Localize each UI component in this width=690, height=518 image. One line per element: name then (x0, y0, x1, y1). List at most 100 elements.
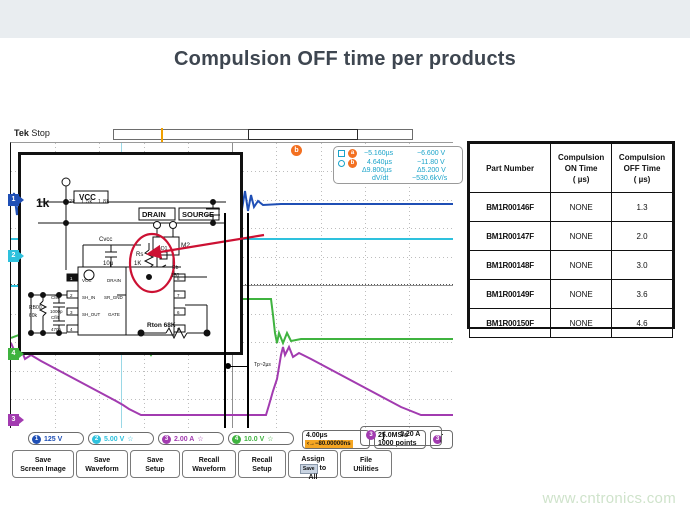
cell-part-number: BM1R00150F (468, 308, 552, 338)
channel-status-2[interactable]: 2 5.00 V ☆ (88, 432, 154, 445)
recall-setup-button[interactable]: Recall Setup (238, 450, 286, 478)
site-watermark: www.cntronics.com (542, 490, 676, 507)
assign-save-to-all-button[interactable]: Assign Save to All (288, 450, 338, 481)
trigger-level-badge: b (291, 145, 302, 156)
label-cfilt2-value: 470p (51, 327, 62, 332)
table-row: BM1R00149F NONE 3.6 (468, 279, 673, 309)
label-cvcc: Cvcc (99, 237, 112, 243)
channel-marker-1[interactable]: 1 (8, 194, 24, 206)
channel-scale-3: 2.00 A (174, 436, 195, 443)
header-part-number: Part Number (468, 143, 552, 193)
channel-badge-1: 1 (32, 434, 41, 444)
file-utilities-button[interactable]: File Utilities (340, 450, 392, 478)
page-title: Compulsion OFF time per products (174, 48, 516, 70)
label-rton: Rton 68K (147, 322, 176, 329)
channel-badge-3: 3 (162, 434, 171, 444)
trigger-level-value: 1.20 A (400, 431, 421, 438)
record-window-bar (248, 129, 358, 140)
cursor-readout-panel: a b −5.160µs −6.600 V 4.640µs −11.80 V Δ… (333, 146, 463, 184)
callout-1k-label: 1k (36, 196, 50, 210)
scope-run-state: Stop (31, 128, 50, 138)
scope-status: Tek Stop (14, 128, 50, 138)
table-row: BM1R00150F NONE 4.6 (468, 308, 673, 338)
cursor-b-volt: −11.80 V (417, 159, 445, 166)
top-background-band (0, 0, 690, 38)
cursor-a-badge: a (348, 149, 357, 158)
channel-marker-2[interactable]: 2 (8, 250, 24, 262)
label-cfilt1-value: 1000p (50, 309, 63, 314)
cell-part-number: BM1R00149F (468, 279, 552, 309)
cursor-a-square-icon (338, 150, 345, 157)
cursor-slope-value: −530.6kV/s (412, 175, 448, 182)
cursor-slope-label: dV/dt (372, 175, 389, 182)
channel-scale-1: 125 V (44, 436, 63, 443)
scope-brand-label: Tek (14, 128, 29, 138)
label-rb: Rb (172, 265, 179, 271)
table-row: BM1R00147F NONE 2.0 (468, 221, 673, 251)
table-header-row: Part Number Compulsion ON Time( µs) Compu… (468, 143, 673, 193)
label-cfilt1: Cfilt (51, 295, 59, 300)
table-row: BM1R00148F NONE 3.0 (468, 250, 673, 280)
pulse-label-2: 1.5k (81, 199, 93, 205)
trigger-source-badge: 3 (366, 430, 376, 440)
channel-status-3[interactable]: 3 2.00 A ☆ (158, 432, 224, 445)
tp-label: Tp~2µs (254, 362, 271, 368)
label-source-terminal: SOURCE (182, 210, 214, 219)
recall-waveform-button[interactable]: Recall Waveform (182, 450, 236, 478)
cell-off-time: 3.6 (611, 279, 673, 309)
pulse-label-1: 1.2k (64, 199, 76, 205)
header-compulsion-on-time: Compulsion ON Time( µs) (550, 143, 613, 193)
cursor-a-volt: −6.600 V (417, 150, 446, 157)
cursor-b-circle-icon (338, 160, 345, 167)
cell-part-number: BM1R00146F (468, 192, 552, 222)
channel-status-4[interactable]: 4 10.0 V ☆ (228, 432, 294, 445)
channel-marker-3[interactable]: 3 (8, 414, 24, 426)
products-table: Part Number Compulsion ON Time( µs) Compu… (467, 141, 675, 338)
cell-on-time: NONE (550, 279, 613, 309)
save-screen-image-button[interactable]: Save Screen Image (12, 450, 74, 478)
scope-menu-buttons: Save Screen Image Save Waveform Save Setup … (12, 450, 392, 481)
channel-marker-4[interactable]: 4 (8, 348, 24, 360)
trigger-position-marker-top (161, 128, 163, 141)
label-pin-drain: DRAIN (107, 278, 121, 283)
label-drain-terminal: DRAIN (142, 210, 166, 219)
channel-star-3: ☆ (197, 436, 204, 443)
cursor-b-badge: b (348, 159, 357, 168)
cell-off-time: 3.0 (611, 250, 673, 280)
timebase-scale: 4.00µs (306, 432, 328, 439)
measurement-cursor-right[interactable] (247, 213, 249, 428)
assign-save-chip: Save (299, 464, 318, 474)
label-pin-shin: SH_IN (82, 295, 95, 300)
cell-off-time: 1.3 (611, 192, 673, 222)
cell-part-number: BM1R00148F (468, 250, 552, 280)
label-pin-vcc: VCC (82, 278, 92, 283)
channel-star-2: ☆ (127, 436, 134, 443)
cursor-a-time: −5.160µs (364, 150, 394, 157)
cell-on-time: NONE (550, 221, 613, 251)
channel-star-4: ☆ (267, 436, 274, 443)
cell-on-time: NONE (550, 308, 613, 338)
save-waveform-button[interactable]: Save Waveform (76, 450, 128, 478)
timebase-position: ‹→−80.00000ns (305, 440, 353, 448)
channel-badge-4: 4 (232, 434, 241, 444)
cell-on-time: NONE (550, 192, 613, 222)
cell-part-number: BM1R00147F (468, 221, 552, 251)
header-compulsion-off-time: Compulsion OFF Time( µs) (611, 143, 673, 193)
label-cfilt2: Cfilt (51, 315, 59, 320)
label-pin-srgnd: SR_GND (104, 295, 124, 300)
cursor-delta-time: Δ9.800µs (362, 167, 392, 174)
channel-status-1[interactable]: 1 125 V (28, 432, 84, 445)
save-setup-button[interactable]: Save Setup (130, 450, 180, 478)
label-rbias-value: 60k (29, 313, 38, 319)
trigger-slope-glyph: ʃ (382, 430, 385, 440)
pulse-label-3: 1.8k (98, 199, 110, 205)
channel-scale-4: 10.0 V (244, 436, 265, 443)
callout-arrow (145, 233, 265, 259)
label-pin-shout: SH_OUT (82, 312, 101, 317)
measurement-cursor-left[interactable] (224, 213, 226, 428)
label-rbias: RB00 (29, 305, 42, 311)
cell-off-time: 4.6 (611, 308, 673, 338)
label-pin-gate: GATE (108, 312, 120, 317)
cursor-b-time: 4.640µs (367, 159, 393, 166)
channel-badge-2: 2 (92, 434, 101, 444)
